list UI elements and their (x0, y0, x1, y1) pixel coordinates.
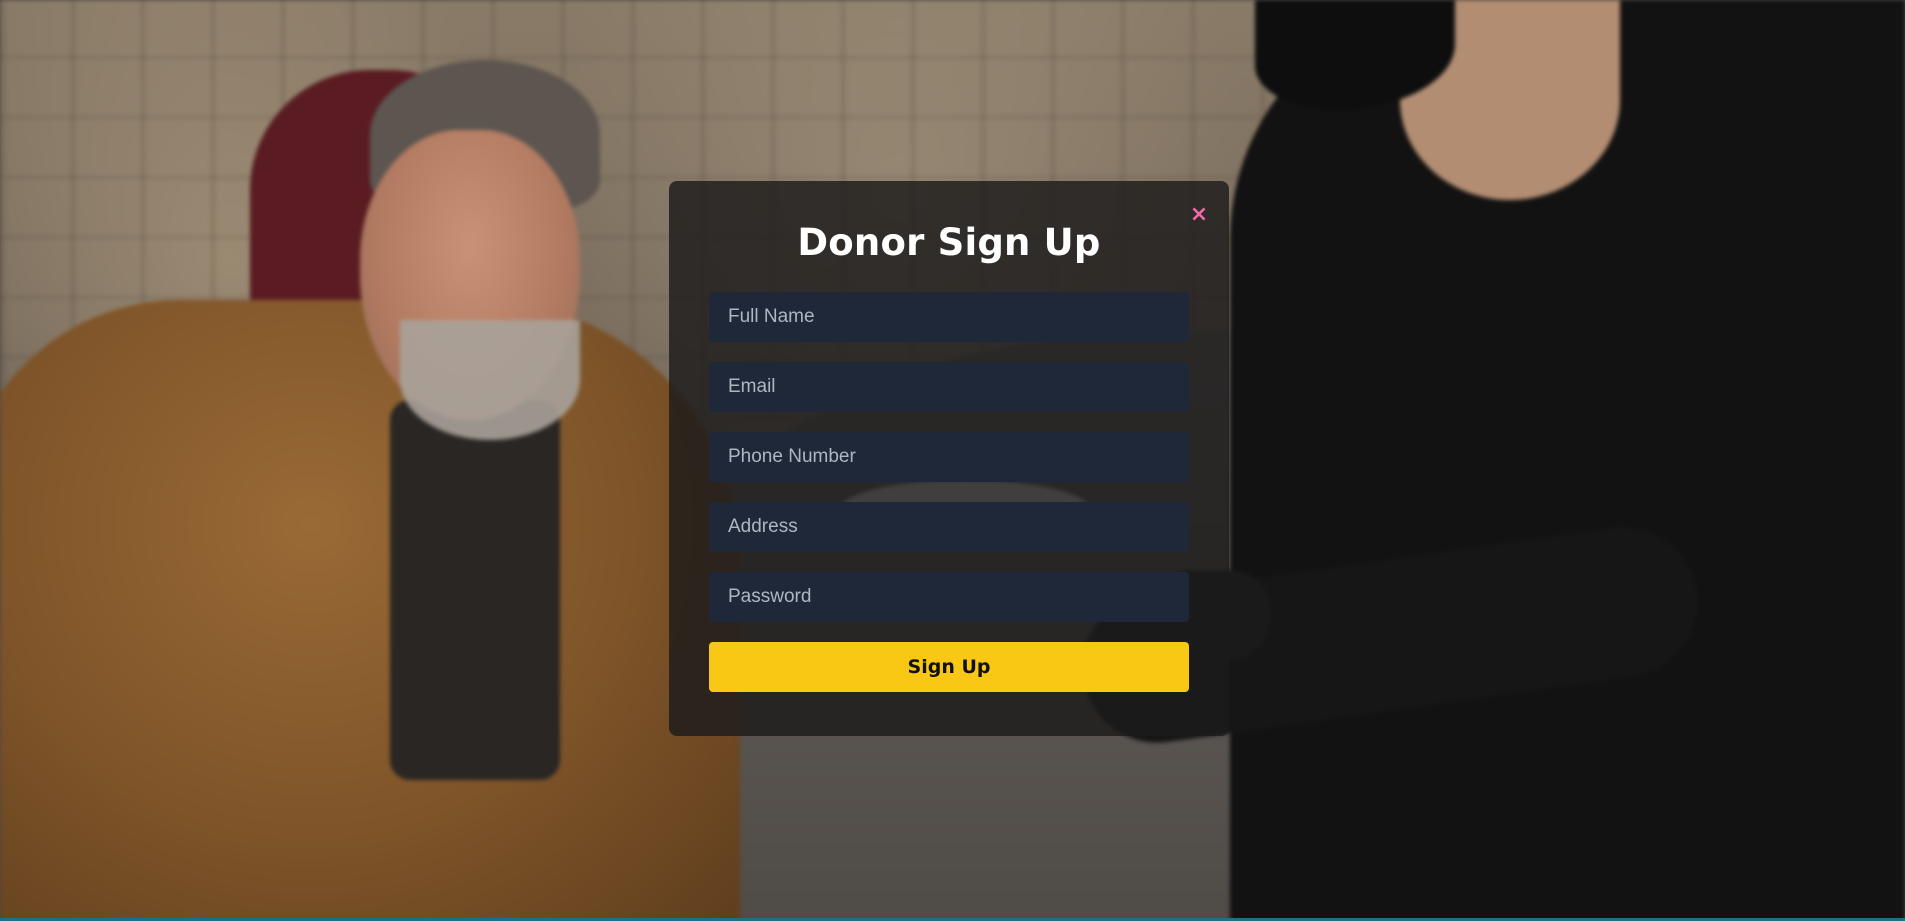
phone-number-input[interactable] (709, 432, 1189, 482)
password-input[interactable] (709, 572, 1189, 622)
address-input[interactable] (709, 502, 1189, 552)
close-icon[interactable]: × (1189, 204, 1209, 226)
email-input[interactable] (709, 362, 1189, 412)
modal-title: Donor Sign Up (797, 221, 1101, 264)
donor-signup-modal: × Donor Sign Up Sign Up (669, 181, 1229, 736)
background-jacket-inner (390, 400, 560, 780)
full-name-input[interactable] (709, 292, 1189, 342)
page: × Donor Sign Up Sign Up (0, 0, 1905, 921)
background-beard (400, 320, 580, 440)
background-jacket (0, 300, 740, 921)
sign-up-button[interactable]: Sign Up (709, 642, 1189, 692)
signup-form: Sign Up (709, 292, 1189, 692)
